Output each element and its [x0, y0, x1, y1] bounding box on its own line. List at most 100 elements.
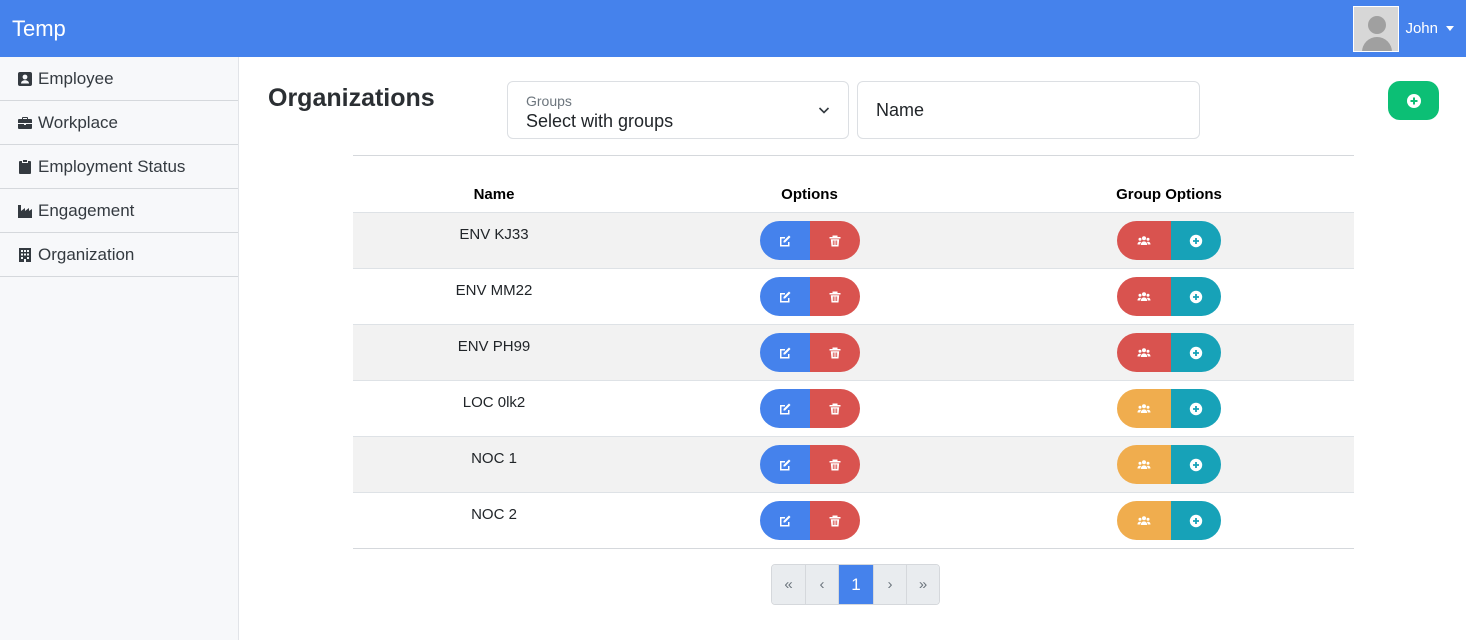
delete-button[interactable] — [809, 389, 860, 428]
options-cell — [635, 437, 984, 492]
plus-circle-icon — [1189, 346, 1203, 359]
add-group-button[interactable] — [1171, 221, 1221, 260]
add-organization-button[interactable] — [1388, 81, 1439, 120]
view-groups-button[interactable] — [1117, 333, 1171, 372]
sidebar-item-workplace[interactable]: Workplace — [0, 101, 238, 145]
edit-icon — [779, 235, 790, 246]
edit-button[interactable] — [759, 277, 810, 316]
options-cell — [635, 381, 984, 436]
delete-button[interactable] — [809, 221, 860, 260]
org-name-cell: ENV KJ33 — [353, 213, 635, 268]
groups-select[interactable]: Groups Select with groups — [507, 81, 849, 139]
caret-down-icon[interactable] — [1446, 26, 1454, 31]
brand-title[interactable]: Temp — [12, 16, 66, 42]
edit-icon — [779, 459, 790, 470]
add-group-button[interactable] — [1171, 501, 1221, 540]
view-groups-button[interactable] — [1117, 445, 1171, 484]
next-page-button[interactable]: › — [873, 565, 906, 604]
plus-circle-icon — [1189, 234, 1203, 247]
group-options-cell — [984, 269, 1354, 324]
org-name-cell: NOC 2 — [353, 493, 635, 548]
plus-circle-icon — [1189, 290, 1203, 303]
pagination: « ‹ 1 › » — [771, 564, 940, 605]
delete-button[interactable] — [809, 445, 860, 484]
users-group-icon — [1137, 291, 1151, 301]
sidebar-item-organization[interactable]: Organization — [0, 233, 238, 277]
groups-select-label: Groups — [526, 93, 572, 109]
edit-icon — [779, 347, 790, 358]
briefcase-icon — [18, 116, 32, 129]
edit-button[interactable] — [759, 501, 810, 540]
view-groups-button[interactable] — [1117, 501, 1171, 540]
first-page-button[interactable]: « — [772, 565, 805, 604]
avatar[interactable] — [1353, 5, 1400, 52]
edit-button[interactable] — [759, 389, 810, 428]
add-group-button[interactable] — [1171, 277, 1221, 316]
delete-button[interactable] — [809, 333, 860, 372]
sidebar-item-label: Employee — [38, 68, 114, 88]
users-group-icon — [1137, 459, 1151, 469]
edit-icon — [779, 291, 790, 302]
users-group-icon — [1137, 347, 1151, 357]
edit-button[interactable] — [759, 445, 810, 484]
org-name: ENV KJ33 — [459, 226, 529, 243]
view-groups-button[interactable] — [1117, 389, 1171, 428]
options-cell — [635, 493, 984, 548]
current-page-button[interactable]: 1 — [838, 565, 873, 604]
plus-circle-icon — [1189, 402, 1203, 415]
plus-circle-icon — [1189, 458, 1203, 471]
edit-icon — [779, 515, 790, 526]
plus-circle-icon — [1189, 514, 1203, 527]
trash-icon — [829, 235, 840, 246]
trash-icon — [829, 347, 840, 358]
options-cell — [635, 213, 984, 268]
user-menu[interactable]: John — [1353, 5, 1454, 52]
column-header-options: Options — [781, 186, 838, 203]
table-row: NOC 1 — [353, 436, 1354, 492]
edit-button[interactable] — [759, 221, 810, 260]
building-icon — [19, 247, 31, 262]
group-options-cell — [984, 381, 1354, 436]
delete-button[interactable] — [809, 501, 860, 540]
org-name-cell: ENV MM22 — [353, 269, 635, 324]
users-group-icon — [1137, 235, 1151, 245]
column-header-name: Name — [473, 186, 515, 203]
view-groups-button[interactable] — [1117, 221, 1171, 260]
options-cell — [635, 269, 984, 324]
last-page-button[interactable]: » — [906, 565, 939, 604]
sidebar-item-label: Engagement — [38, 200, 135, 220]
sidebar-item-engagement[interactable]: Engagement — [0, 189, 238, 233]
group-options-cell — [984, 325, 1354, 380]
factory-icon — [18, 204, 32, 218]
page-title: Organizations — [268, 84, 435, 112]
users-group-icon — [1137, 515, 1151, 525]
name-search-input[interactable] — [857, 81, 1200, 139]
contact-card-icon — [18, 71, 32, 86]
org-name: ENV PH99 — [457, 338, 531, 355]
groups-select-value: Select with groups — [526, 111, 674, 131]
trash-icon — [829, 515, 840, 526]
sidebar-item-employment-status[interactable]: Employment Status — [0, 145, 238, 189]
prev-page-button[interactable]: ‹ — [805, 565, 838, 604]
plus-circle-icon — [1406, 93, 1421, 108]
delete-button[interactable] — [809, 277, 860, 316]
sidebar-item-employee[interactable]: Employee — [0, 57, 238, 101]
top-navbar: Temp John — [0, 0, 1466, 57]
user-name[interactable]: John — [1405, 20, 1438, 37]
add-group-button[interactable] — [1171, 389, 1221, 428]
edit-button[interactable] — [759, 333, 810, 372]
sidebar-item-label: Organization — [38, 244, 135, 264]
add-group-button[interactable] — [1171, 333, 1221, 372]
org-name: LOC 0lk2 — [462, 394, 526, 411]
group-options-cell — [984, 213, 1354, 268]
chevron-down-icon — [818, 107, 830, 114]
trash-icon — [829, 459, 840, 470]
table-row: LOC 0lk2 — [353, 380, 1354, 436]
table-row: ENV KJ33 — [353, 212, 1354, 268]
org-name-cell: LOC 0lk2 — [353, 381, 635, 436]
add-group-button[interactable] — [1171, 445, 1221, 484]
org-name-cell: NOC 1 — [353, 437, 635, 492]
view-groups-button[interactable] — [1117, 277, 1171, 316]
table-row: ENV PH99 — [353, 324, 1354, 380]
table-row: NOC 2 — [353, 492, 1354, 548]
